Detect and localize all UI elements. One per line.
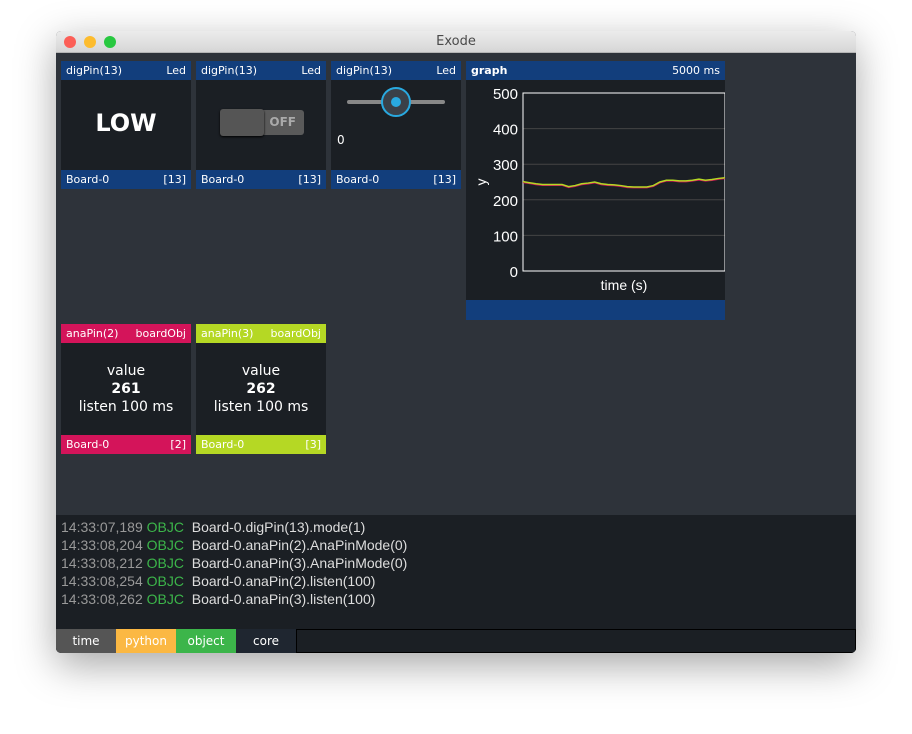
led-state: LOW <box>95 109 157 137</box>
card-name: digPin(13) <box>201 64 258 77</box>
y-tick-label: 200 <box>493 193 518 210</box>
value: 262 <box>246 381 276 397</box>
card-name: digPin(13) <box>336 64 393 77</box>
listen-label: listen 100 ms <box>78 399 174 415</box>
graph-title: graph <box>471 64 508 77</box>
listen-label: listen 100 ms <box>213 399 309 415</box>
y-tick-label: 300 <box>493 157 518 174</box>
y-tick-label: 0 <box>510 264 518 281</box>
board-label: Board-0 <box>201 173 245 186</box>
led-toggle-card: digPin(13) Led OFF Board-0 [13] <box>196 61 326 189</box>
led-toggle[interactable]: OFF <box>220 109 304 136</box>
log-tag: OBJC <box>146 573 184 589</box>
y-axis-label: y <box>473 179 489 186</box>
card-name: digPin(13) <box>66 64 123 77</box>
graph-card: graph 5000 ms 0 100 200 300 400 500 time (s) y <box>466 61 725 320</box>
app-window: Exode digPin(13) Led LOW Board-0 [13] digP… <box>56 31 856 653</box>
board-label: Board-0 <box>66 438 110 451</box>
graph-window: 5000 ms <box>672 64 720 77</box>
log-tag: OBJC <box>146 555 184 571</box>
log-line: 14:33:08,212 OBJC Board-0.anaPin(3).AnaP… <box>61 554 851 572</box>
graph-chart: 0 100 200 300 400 500 time (s) y <box>473 86 725 293</box>
y-tick-label: 400 <box>493 122 518 139</box>
slider-handle[interactable] <box>381 87 411 117</box>
log-message: Board-0.anaPin(2).listen(100) <box>191 573 376 589</box>
log-line: 14:33:08,254 OBJC Board-0.anaPin(2).list… <box>61 572 851 590</box>
log-tag: OBJC <box>146 519 184 535</box>
log-time: 14:33:08,262 <box>61 591 143 607</box>
log-filter-tabs: time python object core <box>56 629 856 653</box>
led-slider-card: digPin(13) Led 0 Board-0 [13] <box>331 61 461 189</box>
tab-object[interactable]: object <box>176 629 236 653</box>
analog-card-2: anaPin(2) boardObj value 261 listen 100 ms … <box>61 324 191 454</box>
led-display-card: digPin(13) Led LOW Board-0 [13] <box>61 61 191 189</box>
close-button[interactable] <box>64 36 76 48</box>
log-console: 14:33:07,189 OBJC Board-0.digPin(13).mod… <box>56 515 856 629</box>
board-label: Board-0 <box>336 173 380 186</box>
x-axis-label: time (s) <box>601 277 648 293</box>
log-message: Board-0.anaPin(3).listen(100) <box>191 591 376 607</box>
card-type: Led <box>301 64 321 77</box>
pin-label: [3] <box>305 438 321 451</box>
log-time: 14:33:08,254 <box>61 573 143 589</box>
log-line: 14:33:08,204 OBJC Board-0.anaPin(2).AnaP… <box>61 536 851 554</box>
y-tick-label: 500 <box>493 86 518 103</box>
tab-core[interactable]: core <box>236 629 296 653</box>
plot-frame <box>522 92 725 272</box>
pin-label: [2] <box>170 438 186 451</box>
board-label: Board-0 <box>201 438 245 451</box>
analog-card-3: anaPin(3) boardObj value 262 listen 100 ms … <box>196 324 326 454</box>
value: 261 <box>111 381 141 397</box>
tab-time[interactable]: time <box>56 629 116 653</box>
toggle-label: OFF <box>269 115 296 129</box>
pin-label: [13] <box>163 173 186 186</box>
log-message: Board-0.anaPin(3).AnaPinMode(0) <box>191 555 408 571</box>
pin-label: [13] <box>433 173 456 186</box>
window-title: Exode <box>436 34 476 49</box>
card-type: boardObj <box>135 327 186 340</box>
log-tag: OBJC <box>146 537 184 553</box>
log-message: Board-0.anaPin(2).AnaPinMode(0) <box>191 537 408 553</box>
card-type: boardObj <box>270 327 321 340</box>
value-label: value <box>106 363 146 379</box>
slider-value: 0 <box>337 133 345 147</box>
log-line: 14:33:07,189 OBJC Board-0.digPin(13).mod… <box>61 518 851 536</box>
y-tick-label: 100 <box>493 228 518 245</box>
log-time: 14:33:08,204 <box>61 537 143 553</box>
log-line: 14:33:08,262 OBJC Board-0.anaPin(3).list… <box>61 590 851 608</box>
minimize-button[interactable] <box>84 36 96 48</box>
command-input[interactable] <box>296 629 856 653</box>
board-label: Board-0 <box>66 173 110 186</box>
tab-python[interactable]: python <box>116 629 176 653</box>
card-type: Led <box>436 64 456 77</box>
maximize-button[interactable] <box>104 36 116 48</box>
log-time: 14:33:07,189 <box>61 519 143 535</box>
card-name: anaPin(3) <box>201 327 254 340</box>
value-label: value <box>241 363 281 379</box>
card-type: Led <box>166 64 186 77</box>
pin-label: [13] <box>298 173 321 186</box>
led-slider[interactable] <box>347 87 445 117</box>
log-time: 14:33:08,212 <box>61 555 143 571</box>
card-name: anaPin(2) <box>66 327 119 340</box>
title-bar: Exode <box>56 31 856 53</box>
log-tag: OBJC <box>146 591 184 607</box>
log-message: Board-0.digPin(13).mode(1) <box>191 519 366 535</box>
